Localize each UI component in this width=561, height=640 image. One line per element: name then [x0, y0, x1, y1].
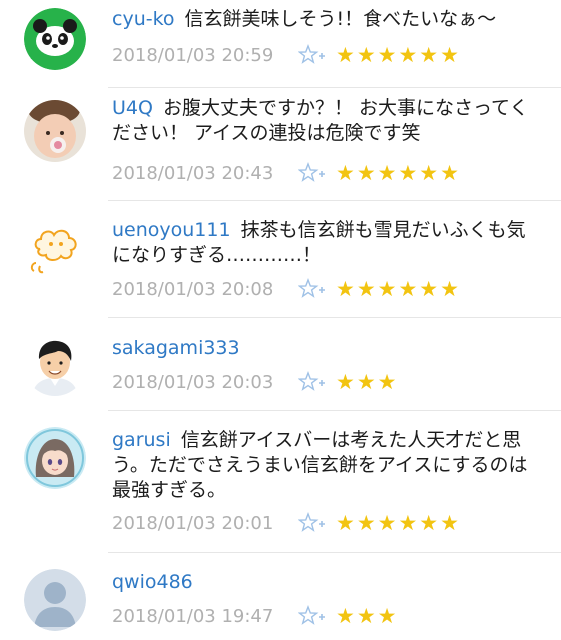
star-rating: ★★★★★★: [336, 511, 461, 535]
comment-text: qwio486: [112, 570, 539, 595]
star-plus-icon[interactable]: [298, 605, 326, 627]
comment-text: garusi 信玄餅アイスバーは考えた人天才だと思う。ただでさえうまい信玄餅をアイ…: [112, 428, 539, 503]
comment-meta: 2018/01/03 20:43 ★★★★★★: [112, 161, 461, 185]
comment-text: U4Q お腹大丈夫ですか？！ お大事になさってください！ アイスの連投は危険です笑: [112, 96, 539, 146]
star-plus-icon[interactable]: [298, 371, 326, 393]
star-plus-icon[interactable]: [298, 44, 326, 66]
comment-meta: 2018/01/03 20:59 ★★★★★★: [112, 43, 461, 67]
timestamp: 2018/01/03 20:08: [112, 278, 274, 300]
timestamp: 2018/01/03 20:43: [112, 162, 274, 184]
star-rating: ★★★★★★: [336, 43, 461, 67]
cloud-character-avatar[interactable]: [24, 219, 86, 281]
comment-item: U4Q お腹大丈夫ですか？！ お大事になさってください！ アイスの連投は危険です笑…: [0, 88, 561, 201]
timestamp: 2018/01/03 19:47: [112, 605, 274, 627]
timestamp: 2018/01/03 20:59: [112, 44, 274, 66]
username-link[interactable]: uenoyou111: [112, 219, 231, 241]
comment-item: sakagami333 2018/01/03 20:03 ★★★: [0, 318, 561, 411]
comment-text: sakagami333: [112, 336, 539, 361]
comment-item: qwio486 2018/01/03 19:47 ★★★: [0, 553, 561, 640]
star-rating: ★★★★★★: [336, 161, 461, 185]
comment-text: uenoyou111 抹茶も信玄餅も雪見だいふくも気になりすぎる…………！: [112, 218, 539, 268]
comment-body: 信玄餅美味しそう!！食べたいなぁ～: [184, 8, 497, 30]
username-link[interactable]: qwio486: [112, 571, 193, 593]
comment-meta: 2018/01/03 20:08 ★★★★★★: [112, 277, 461, 301]
comment-text: cyu-ko 信玄餅美味しそう!！食べたいなぁ～: [112, 7, 539, 32]
star-plus-icon[interactable]: [298, 512, 326, 534]
star-rating: ★★★: [336, 370, 399, 394]
man-illustration-avatar[interactable]: [24, 334, 86, 396]
child-avatar[interactable]: [24, 100, 86, 162]
username-link[interactable]: U4Q: [112, 97, 153, 119]
username-link[interactable]: garusi: [112, 429, 171, 451]
comment-item: garusi 信玄餅アイスバーは考えた人天才だと思う。ただでさえうまい信玄餅をアイ…: [0, 411, 561, 553]
timestamp: 2018/01/03 20:03: [112, 371, 274, 393]
timestamp: 2018/01/03 20:01: [112, 512, 274, 534]
comment-meta: 2018/01/03 20:03 ★★★: [112, 370, 398, 394]
comment-meta: 2018/01/03 20:01 ★★★★★★: [112, 511, 461, 535]
panda-avatar[interactable]: [24, 8, 86, 70]
comment-meta: 2018/01/03 19:47 ★★★: [112, 604, 398, 628]
star-rating: ★★★★★★: [336, 277, 461, 301]
comment-item: uenoyou111 抹茶も信玄餅も雪見だいふくも気になりすぎる…………！ 201…: [0, 201, 561, 318]
star-plus-icon[interactable]: [298, 278, 326, 300]
comment-item: cyu-ko 信玄餅美味しそう!！食べたいなぁ～ 2018/01/03 20:59…: [0, 0, 561, 88]
default-user-avatar[interactable]: [24, 569, 86, 631]
anime-girl-avatar[interactable]: [24, 427, 86, 489]
comment-body: 信玄餅アイスバーは考えた人天才だと思う。ただでさえうまい信玄餅をアイスにするのは…: [112, 429, 528, 501]
username-link[interactable]: sakagami333: [112, 337, 240, 359]
comment-list: cyu-ko 信玄餅美味しそう!！食べたいなぁ～ 2018/01/03 20:59…: [0, 0, 561, 640]
username-link[interactable]: cyu-ko: [112, 8, 175, 30]
star-rating: ★★★: [336, 604, 399, 628]
star-plus-icon[interactable]: [298, 162, 326, 184]
comment-body: お腹大丈夫ですか？！ お大事になさってください！ アイスの連投は危険です笑: [112, 97, 529, 144]
